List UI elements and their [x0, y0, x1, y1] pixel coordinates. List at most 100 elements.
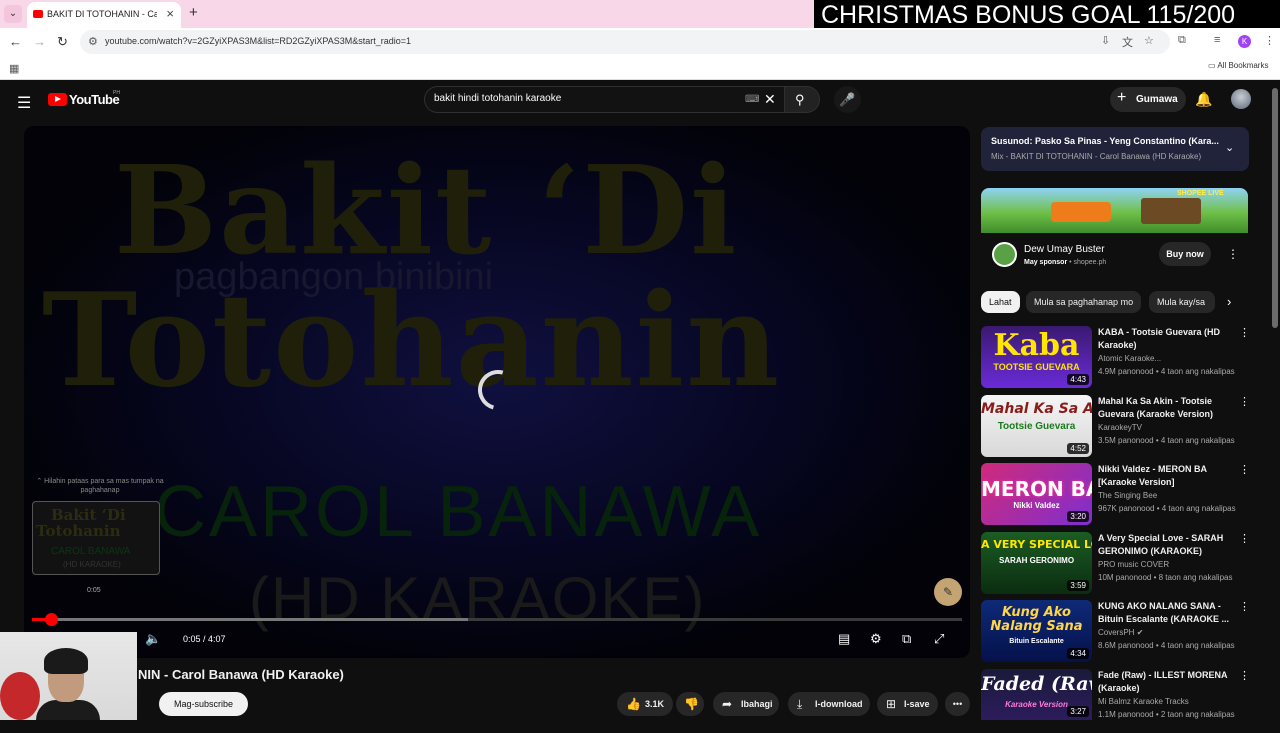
- video-thumbnail[interactable]: MERON BA Nikki Valdez 3:20: [981, 463, 1092, 525]
- recommendation-title[interactable]: Nikki Valdez - MERON BA [Karaoke Version…: [1098, 463, 1236, 489]
- recommendation-channel[interactable]: Atomic Karaoke...: [1098, 354, 1161, 363]
- extensions-icon[interactable]: ⧉: [1178, 34, 1186, 47]
- save-button[interactable]: ⊞ I-save: [877, 692, 938, 716]
- more-vertical-icon[interactable]: ⋮: [1239, 395, 1250, 408]
- save-playlist-icon: ⊞: [886, 697, 897, 711]
- ad-brand-logo[interactable]: [992, 242, 1017, 267]
- buy-now-button[interactable]: Buy now: [1159, 242, 1211, 266]
- recommendation-title[interactable]: A Very Special Love - SARAH GERONIMO (KA…: [1098, 532, 1236, 558]
- chip-all[interactable]: Lahat: [981, 291, 1020, 313]
- voice-search-button[interactable]: 🎤: [834, 86, 861, 113]
- address-bar-row: ← → ↻ ⚙ youtube.com/watch?v=2GZyiXPAS3M&…: [0, 28, 1280, 56]
- video-thumbnail[interactable]: Faded (Raw) Karaoke Version 3:27: [981, 669, 1092, 720]
- recommendation-item[interactable]: Kaba TOOTSIE GUEVARA 4:43 KABA - Tootsie…: [981, 326, 1250, 390]
- site-info-icon[interactable]: ⚙: [88, 35, 98, 48]
- youtube-logo-icon[interactable]: [48, 93, 67, 106]
- browser-menu-icon[interactable]: ⋮: [1264, 34, 1275, 47]
- recommendation-title[interactable]: KUNG AKO NALANG SANA - Bituin Escalante …: [1098, 600, 1236, 626]
- tab-search-button[interactable]: ⌄: [4, 5, 22, 23]
- page-scrollbar[interactable]: [1272, 88, 1278, 328]
- video-thumbnail[interactable]: Kung Ako Nalang Sana Bituin Escalante 4:…: [981, 600, 1092, 662]
- miniplayer-icon[interactable]: ⧉: [902, 631, 911, 647]
- chip-from-search[interactable]: Mula sa paghahanap mo: [1026, 291, 1142, 313]
- omnibox[interactable]: ⚙ youtube.com/watch?v=2GZyiXPAS3M&list=R…: [80, 30, 1170, 54]
- search-button[interactable]: ⚲: [784, 86, 820, 113]
- progress-scrubber-handle[interactable]: [44, 613, 58, 626]
- ad-title[interactable]: Dew Umay Buster: [1024, 244, 1105, 255]
- recommendation-channel[interactable]: The Singing Bee: [1098, 491, 1157, 500]
- webcam-person-body: [36, 700, 100, 720]
- duration-badge: 4:43: [1067, 374, 1089, 385]
- menu-icon[interactable]: ☰: [17, 93, 31, 113]
- notifications-bell-icon[interactable]: 🔔: [1195, 91, 1212, 108]
- chip-from-channel[interactable]: Mula kay/sa: [1149, 291, 1215, 313]
- search-query[interactable]: bakit hindi totohanin karaoke: [434, 93, 561, 104]
- install-icon[interactable]: ⇩: [1101, 34, 1110, 47]
- bookmark-star-icon[interactable]: ☆: [1144, 34, 1154, 47]
- recommendation-channel[interactable]: PRO music COVER: [1098, 560, 1169, 569]
- more-vertical-icon[interactable]: ⋮: [1239, 532, 1250, 545]
- recommendation-item[interactable]: Kung Ako Nalang Sana Bituin Escalante 4:…: [981, 600, 1250, 664]
- more-vertical-icon[interactable]: ⋮: [1239, 463, 1250, 476]
- recommendation-channel[interactable]: KaraokeyTV: [1098, 423, 1142, 432]
- pencil-icon[interactable]: ✎: [934, 578, 962, 606]
- duration-badge: 3:27: [1067, 706, 1089, 717]
- recommendation-title[interactable]: Mahal Ka Sa Akin - Tootsie Guevara (Kara…: [1098, 395, 1236, 421]
- url-text[interactable]: youtube.com/watch?v=2GZyiXPAS3M&list=RD2…: [105, 36, 411, 46]
- search-icon: ⚲: [795, 92, 805, 107]
- recommendation-item[interactable]: MERON BA Nikki Valdez 3:20 Nikki Valdez …: [981, 463, 1250, 527]
- video-frame-title-line2: Totohanin: [42, 266, 782, 416]
- reload-icon[interactable]: ↻: [57, 34, 68, 50]
- volume-icon[interactable]: 🔈: [145, 631, 161, 647]
- recommendation-item[interactable]: Faded (Raw) Karaoke Version 3:27 Fade (R…: [981, 669, 1250, 733]
- video-thumbnail[interactable]: Kaba TOOTSIE GUEVARA 4:43: [981, 326, 1092, 388]
- up-next-mix: Mix - BAKIT DI TOTOHANIN - Carol Banawa …: [991, 152, 1202, 161]
- up-next-panel[interactable]: Susunod: Pasko Sa Pinas - Yeng Constanti…: [981, 127, 1249, 171]
- more-vertical-icon[interactable]: ⋮: [1239, 669, 1250, 682]
- video-thumbnail[interactable]: Mahal Ka Sa Akin Tootsie Guevara 4:52: [981, 395, 1092, 457]
- download-button[interactable]: ⤓ I-download: [788, 692, 870, 716]
- recommendation-channel[interactable]: CoversPH ✔: [1098, 628, 1143, 637]
- subtitles-icon[interactable]: ▤: [838, 631, 850, 647]
- recommendation-channel[interactable]: Mi Balmz Karaoke Tracks: [1098, 697, 1189, 706]
- all-bookmarks-link[interactable]: ▭ All Bookmarks: [1208, 61, 1268, 70]
- youtube-logo-text[interactable]: YouTube: [69, 92, 120, 107]
- reading-list-icon[interactable]: ≡: [1214, 34, 1220, 46]
- duration-badge: 4:52: [1067, 443, 1089, 454]
- share-icon: ➦: [722, 697, 733, 711]
- like-button[interactable]: 👍 3.1K: [617, 692, 673, 716]
- recommendation-item[interactable]: A VERY SPECIAL LOVE SARAH GERONIMO 3:59 …: [981, 532, 1250, 596]
- new-tab-button[interactable]: +: [189, 4, 198, 21]
- recommendation-item[interactable]: Mahal Ka Sa Akin Tootsie Guevara 4:52 Ma…: [981, 395, 1250, 459]
- recommendation-title[interactable]: Fade (Raw) - ILLEST MORENA (Karaoke): [1098, 669, 1236, 695]
- back-icon[interactable]: ←: [9, 34, 22, 49]
- clear-search-icon[interactable]: ✕: [764, 91, 776, 108]
- profile-avatar[interactable]: K: [1238, 35, 1251, 48]
- more-actions-button[interactable]: •••: [945, 692, 970, 716]
- create-button[interactable]: + Gumawa: [1110, 87, 1186, 112]
- close-tab-icon[interactable]: ×: [166, 6, 174, 21]
- recommendation-meta: 8.6M panonood • 4 taon ang nakalipas: [1098, 641, 1235, 650]
- share-button[interactable]: ➦ Ibahagi: [713, 692, 779, 716]
- chevron-right-icon[interactable]: ›: [1227, 294, 1231, 309]
- forward-icon[interactable]: →: [33, 34, 46, 49]
- more-vertical-icon[interactable]: ⋮: [1239, 326, 1250, 339]
- video-title: NIN - Carol Banawa (HD Karaoke): [138, 667, 344, 682]
- ad-banner-image[interactable]: SHOPEE LIVE: [981, 188, 1248, 233]
- recommendation-title[interactable]: KABA - Tootsie Guevara (HD Karaoke): [1098, 326, 1236, 352]
- browser-tab[interactable]: BAKIT DI TOTOHANIN - Carol B ×: [27, 2, 181, 28]
- keyboard-icon[interactable]: ⌨: [745, 94, 759, 105]
- translate-icon[interactable]: 文: [1122, 34, 1133, 50]
- more-vertical-icon[interactable]: ⋮: [1227, 247, 1239, 261]
- account-avatar[interactable]: [1231, 89, 1251, 109]
- fullscreen-icon[interactable]: ⤢: [934, 631, 944, 647]
- share-label: Ibahagi: [741, 699, 773, 709]
- video-player[interactable]: Bakit ‘Di pagbangon binibini Totohanin C…: [24, 126, 970, 658]
- dislike-button[interactable]: 👎: [676, 692, 704, 716]
- chevron-down-icon[interactable]: ⌄: [1225, 141, 1234, 154]
- video-thumbnail[interactable]: A VERY SPECIAL LOVE SARAH GERONIMO 3:59: [981, 532, 1092, 594]
- apps-grid-icon[interactable]: ▦: [9, 62, 19, 75]
- settings-gear-icon[interactable]: ⚙: [870, 631, 882, 647]
- subscribe-button[interactable]: Mag-subscribe: [159, 692, 248, 716]
- more-vertical-icon[interactable]: ⋮: [1239, 600, 1250, 613]
